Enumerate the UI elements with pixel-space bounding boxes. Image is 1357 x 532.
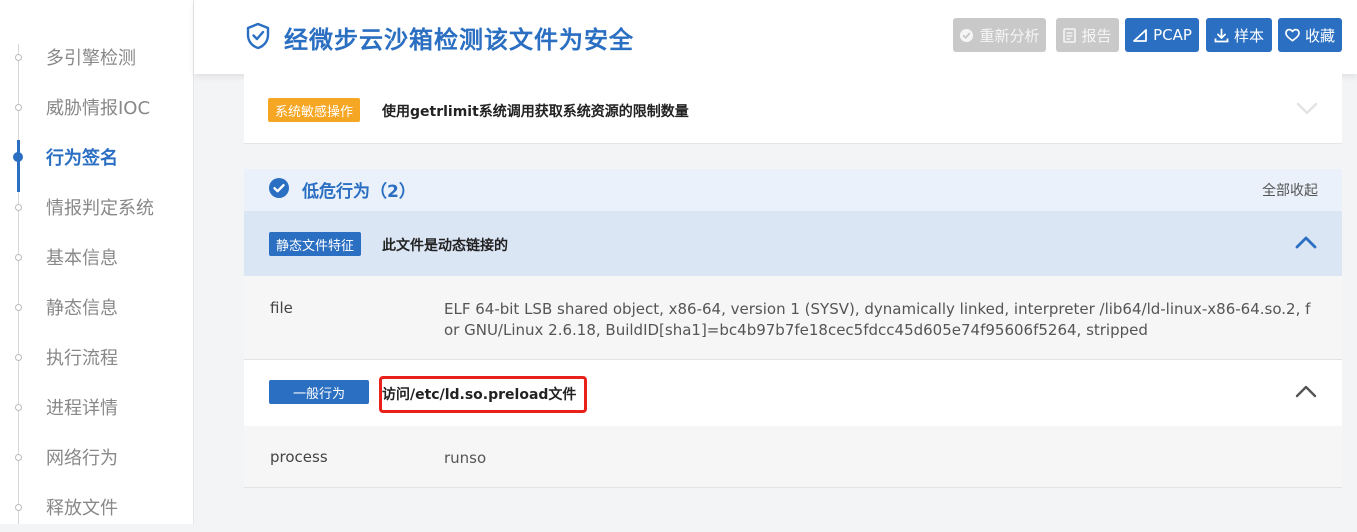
nav-dot-icon — [15, 53, 22, 61]
low-risk-title: 低危行为（2） — [302, 182, 416, 202]
sensitive-row-title: 使用getrlimit系统调用获取系统资源的限制数量 — [382, 104, 689, 120]
reanalyze-button[interactable]: 重新分析 — [953, 18, 1046, 52]
sidebar-item-process-detail[interactable]: 进程详情 — [0, 382, 194, 432]
sidebar-nav: 多引擎检测 威胁情报IOC 行为签名 情报判定系统 基本信息 静态信息 执行流程… — [0, 0, 194, 524]
sample-button[interactable]: 样本 — [1206, 18, 1272, 52]
report-icon — [1063, 27, 1077, 43]
sidebar-item-label: 静态信息 — [46, 298, 118, 319]
sidebar-item-label: 行为签名 — [46, 148, 118, 169]
nav-dot-icon — [15, 253, 22, 261]
nav-dot-icon — [13, 152, 23, 162]
chevron-down-icon[interactable] — [1296, 102, 1318, 116]
chevron-up-icon[interactable] — [1295, 235, 1317, 249]
static-detail-panel: file ELF 64-bit LSB shared object, x86-6… — [244, 276, 1342, 360]
favorite-button[interactable]: 收藏 — [1278, 18, 1342, 52]
nav-dot-icon — [15, 353, 22, 361]
nav-dot-icon — [15, 503, 22, 511]
download-icon — [1214, 28, 1229, 42]
pcap-icon — [1133, 28, 1147, 42]
sidebar-item-label: 情报判定系统 — [46, 198, 154, 219]
chevron-up-icon[interactable] — [1295, 384, 1317, 398]
detail-value: runso — [444, 449, 487, 467]
sidebar-item-dropped-files[interactable]: 释放文件 — [0, 482, 194, 532]
sidebar-item-label: 执行流程 — [46, 348, 118, 369]
reanalyze-icon — [960, 28, 974, 42]
sidebar-item-label: 威胁情报IOC — [46, 98, 151, 119]
sidebar-item-label: 多引擎检测 — [46, 48, 136, 69]
reanalyze-label: 重新分析 — [979, 26, 1040, 45]
nav-dot-icon — [15, 203, 22, 211]
check-circle-icon — [269, 178, 289, 198]
pcap-button[interactable]: PCAP — [1125, 18, 1199, 52]
general-behavior-badge: 一般行为 — [269, 380, 369, 404]
sidebar-item-static-info[interactable]: 静态信息 — [0, 282, 194, 332]
nav-dot-icon — [15, 453, 22, 461]
sensitive-op-badge: 系统敏感操作 — [268, 98, 361, 122]
verdict-title: 经微步云沙箱检测该文件为安全 — [284, 26, 634, 54]
low-risk-section-header: 低危行为（2） 全部收起 — [244, 169, 1342, 211]
sidebar-item-exec-flow[interactable]: 执行流程 — [0, 332, 194, 382]
static-feature-badge: 静态文件特征 — [269, 232, 362, 256]
sidebar-item-label: 网络行为 — [46, 448, 118, 469]
pcap-label: PCAP — [1153, 26, 1192, 44]
nav-dot-icon — [15, 403, 22, 411]
behavior-row-sensitive[interactable]: 系统敏感操作 使用getrlimit系统调用获取系统资源的限制数量 — [244, 74, 1342, 144]
behavior-panel: 系统敏感操作 使用getrlimit系统调用获取系统资源的限制数量 低危行为（2… — [244, 74, 1342, 524]
sidebar-item-label: 基本信息 — [46, 248, 118, 269]
sidebar-item-label: 进程详情 — [46, 398, 118, 419]
detail-value: ELF 64-bit LSB shared object, x86-64, ve… — [444, 300, 1311, 339]
shield-check-icon — [246, 22, 270, 50]
verdict-header: 经微步云沙箱检测该文件为安全 重新分析 报告 PCAP 样本 收藏 — [194, 0, 1357, 74]
sidebar-item-network[interactable]: 网络行为 — [0, 432, 194, 482]
favorite-label: 收藏 — [1304, 26, 1335, 45]
heart-icon — [1285, 28, 1300, 42]
nav-dot-icon — [15, 303, 22, 311]
collapse-all-link[interactable]: 全部收起 — [1262, 180, 1318, 200]
detail-key: file — [270, 299, 293, 317]
static-row-title: 此文件是动态链接的 — [382, 238, 508, 254]
general-detail-panel: process runso — [244, 426, 1342, 488]
sidebar-item-threat-ioc[interactable]: 威胁情报IOC — [0, 82, 194, 132]
report-button[interactable]: 报告 — [1056, 18, 1119, 52]
sidebar-item-behavior-signature[interactable]: 行为签名 — [0, 132, 194, 182]
sidebar-item-label: 释放文件 — [46, 498, 118, 519]
sidebar-item-basic-info[interactable]: 基本信息 — [0, 232, 194, 282]
report-label: 报告 — [1081, 26, 1112, 45]
sidebar-item-intel-verdict[interactable]: 情报判定系统 — [0, 182, 194, 232]
sidebar-item-multi-engine[interactable]: 多引擎检测 — [0, 32, 194, 82]
annotation-highlight-box — [379, 376, 587, 413]
sample-label: 样本 — [1233, 26, 1264, 45]
detail-key: process — [270, 448, 328, 466]
nav-dot-icon — [15, 103, 22, 111]
behavior-row-static[interactable]: 静态文件特征 此文件是动态链接的 — [244, 211, 1342, 276]
